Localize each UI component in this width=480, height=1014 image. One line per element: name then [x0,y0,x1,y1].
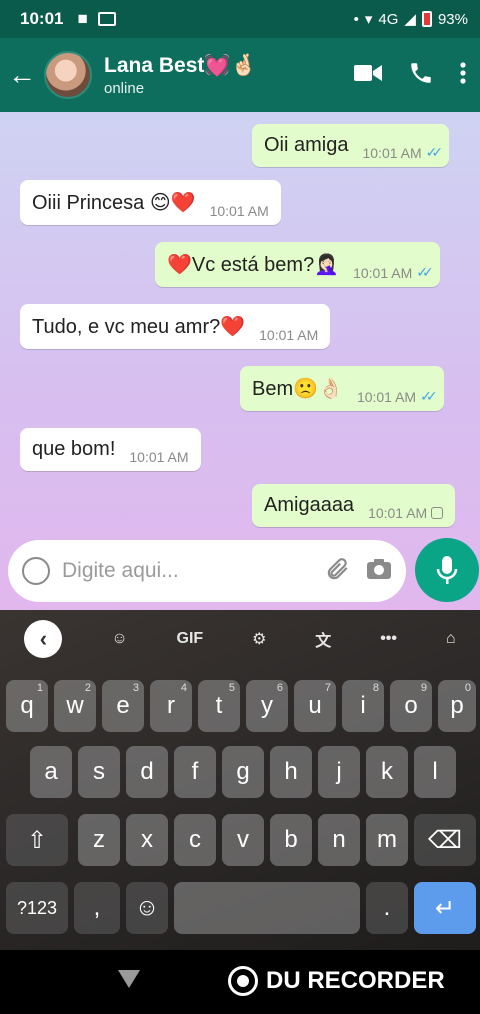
video-recording-icon: ■ [77,9,88,28]
notification-dot-icon: • [353,10,359,28]
shift-key[interactable]: ⇧ [6,814,68,866]
status-time: 10:01 [20,9,64,28]
key-t[interactable]: t5 [198,680,240,732]
period-key[interactable]: . [366,882,408,934]
key-h[interactable]: h [270,746,312,798]
record-icon [228,966,258,996]
camera-icon[interactable] [366,557,392,586]
key-v[interactable]: v [222,814,264,866]
shift-icon: ⇧ [26,826,48,854]
signal-icon: ◢ [404,11,416,28]
backspace-icon: ⌫ [428,826,462,854]
message-bubble[interactable]: ❤️Vc está bem?🤦🏻‍♀️ 10:01 AM ✓✓ [155,242,440,287]
contact-status: online [104,79,145,97]
message-bubble[interactable]: Amigaaaa 10:01 AM [252,484,456,527]
qr-icon [97,12,116,26]
mic-button[interactable] [415,538,479,602]
message-bubble[interactable]: Oii amiga 10:01 AM ✓✓ [252,124,450,167]
key-q[interactable]: q1 [6,680,48,732]
contact-info[interactable]: Lana Best💓🤞🏻 online [104,54,354,97]
enter-icon: ↵ [434,894,456,922]
read-ticks-icon: ✓✓ [420,388,438,404]
key-a[interactable]: a [30,746,72,798]
comma-key[interactable]: , [74,882,120,934]
keyboard[interactable]: ‹ ☺ GIF ⚙ 文 ••• ⌂ q1 w2 e3 r4 t5 y6 u7 i… [0,610,480,950]
more-button[interactable]: ••• [380,630,397,648]
chat-area[interactable]: Oii amiga 10:01 AM ✓✓ Oiii Princesa 😊❤️ 1… [0,112,480,612]
attach-icon[interactable] [324,556,350,587]
settings-icon[interactable]: ⚙ [252,629,266,649]
key-e[interactable]: e3 [102,680,144,732]
key-y[interactable]: y6 [246,680,288,732]
space-key[interactable] [174,882,360,934]
key-f[interactable]: f [174,746,216,798]
key-c[interactable]: c [174,814,216,866]
key-z[interactable]: z [78,814,120,866]
chat-header: ← Lana Best💓🤞🏻 online [0,38,480,112]
key-u[interactable]: u7 [294,680,336,732]
nav-back-icon[interactable] [118,970,140,988]
key-i[interactable]: i8 [342,680,384,732]
message-bubble[interactable]: que bom! 10:01 AM [20,428,201,471]
key-o[interactable]: o9 [390,680,432,732]
keyboard-toolbar: ‹ ☺ GIF ⚙ 文 ••• ⌂ [0,610,480,668]
recorder-label: DU RECORDER [266,967,445,994]
pending-clock-icon [431,507,444,519]
read-ticks-icon: ✓✓ [425,144,444,160]
network-type: 4G [378,10,399,28]
battery-level: 93% [437,10,468,28]
navigation-bar: DU RECORDER [0,950,480,1014]
sticker-icon[interactable]: ☺ [111,630,127,648]
key-r[interactable]: r4 [150,680,192,732]
clipboard-icon[interactable]: ⌂ [446,630,456,648]
key-p[interactable]: p0 [438,680,476,732]
gif-button[interactable]: GIF [177,630,204,648]
message-bubble[interactable]: Bem🙁👌🏻 10:01 AM ✓✓ [240,366,444,411]
contact-name: Lana Best💓🤞🏻 [104,53,257,77]
message-composer: Digite aqui... [8,540,406,602]
translate-icon[interactable]: 文 [315,627,331,651]
symbols-key[interactable]: ?123 [6,882,68,934]
key-m[interactable]: m [366,814,408,866]
emoji-icon: ☺ [134,894,160,921]
key-w[interactable]: w2 [54,680,96,732]
message-bubble[interactable]: Tudo, e vc meu amr?❤️ 10:01 AM [20,304,331,349]
voice-call-icon[interactable] [408,60,434,91]
read-ticks-icon: ✓✓ [416,264,434,280]
status-bar: 10:01 ■ • ▾ 4G ◢ 93% [0,0,480,38]
message-bubble[interactable]: Oiii Princesa 😊❤️ 10:01 AM [20,180,281,225]
enter-key[interactable]: ↵ [414,882,476,934]
key-b[interactable]: b [270,814,312,866]
key-x[interactable]: x [126,814,168,866]
back-arrow-icon[interactable]: ← [0,59,44,91]
mic-icon [436,556,458,584]
emoji-icon[interactable] [22,557,50,585]
key-l[interactable]: l [414,746,456,798]
battery-icon [421,11,432,27]
contact-avatar[interactable] [44,51,92,99]
backspace-key[interactable]: ⌫ [414,814,476,866]
key-g[interactable]: g [222,746,264,798]
recorder-watermark: DU RECORDER [228,966,445,996]
key-s[interactable]: s [78,746,120,798]
emoji-key[interactable]: ☺ [126,882,168,934]
keyboard-back-button[interactable]: ‹ [24,620,63,658]
key-j[interactable]: j [318,746,360,798]
video-call-icon[interactable] [354,63,382,88]
key-n[interactable]: n [318,814,360,866]
wifi-icon: ▾ [364,11,373,28]
key-k[interactable]: k [366,746,408,798]
more-options-icon[interactable] [460,61,466,90]
key-d[interactable]: d [126,746,168,798]
message-input[interactable]: Digite aqui... [62,559,308,583]
